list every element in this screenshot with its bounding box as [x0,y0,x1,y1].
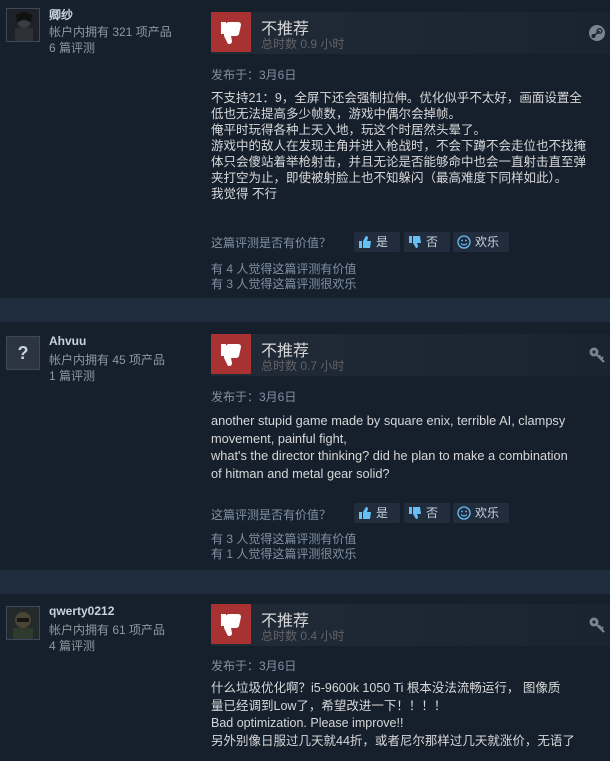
vote-funny-button[interactable]: 欢乐 [453,232,509,252]
reviewer-name[interactable]: qwerty0212 [49,604,114,618]
review-line: 不支持21：9，全屏下还会强制拉伸。优化似乎不太好，画面设置全 [211,91,582,105]
review-header[interactable]: 不推荐 总时数 0.9 小时 [211,12,610,54]
vote-no-button[interactable]: 否 [404,232,450,252]
vote-yes-label: 是 [376,235,389,249]
reviewer-stats: 帐户内拥有 61 项产品 4 篇评测 [49,622,165,654]
thumbs-down-icon [211,12,251,52]
review-count[interactable]: 4 篇评测 [49,638,165,654]
review-line: 夹打空为止，即使被射脸上也不知躲闪（最高难度下同样如此）。 [211,171,568,185]
review-line: 低也无法提高多少帧数，游戏中偶尔会掉帧。 [211,107,462,121]
vote-no-label: 否 [426,506,439,520]
helpful-count: 有 3 人觉得这篇评测有价值 [211,532,357,546]
reviewer-name[interactable]: Ahvuu [49,334,86,348]
key-icon [588,346,606,369]
thumbs-down-icon [408,506,422,526]
vote-yes-button[interactable]: 是 [354,503,400,523]
thumbs-up-icon [358,235,372,255]
review-line: 什么垃圾优化啊？i5-9600k 1050 Ti 根本没法流畅运行， 图像质 [211,681,561,695]
avatar[interactable]: ? [6,336,40,370]
products-owned[interactable]: 帐户内拥有 45 项产品 [49,352,165,368]
vote-yes-button[interactable]: 是 [354,232,400,252]
helpful-question: 这篇评测是否有价值？ [211,236,332,250]
helpful-count: 有 4 人觉得这篇评测有价值 [211,262,357,276]
review-separator [0,298,610,322]
funny-count: 有 3 人觉得这篇评测很欢乐 [211,277,357,291]
review-line: 量已经调到Low了，希望改进一下！！！！ [211,698,447,713]
thumbs-down-icon [211,334,251,374]
hours-played: 总时数 0.4 小时 [261,629,345,643]
avatar-image [7,9,39,41]
thumbs-up-icon [358,506,372,526]
review-1: 卿纱 帐户内拥有 321 项产品 6 篇评测 不推荐 总时数 0.9 小时 发布… [0,0,610,298]
avatar[interactable] [6,606,40,640]
helpful-question: 这篇评测是否有价值？ [211,508,332,522]
posted-date: 发布于：3月6日 [211,390,297,404]
reviewer-stats: 帐户内拥有 321 项产品 6 篇评测 [49,24,172,56]
review-2: ? Ahvuu 帐户内拥有 45 项产品 1 篇评测 不推荐 总时数 0.7 小… [0,322,610,570]
key-icon [588,616,606,639]
review-header[interactable]: 不推荐 总时数 0.4 小时 [211,604,610,646]
thumbs-down-icon [408,235,422,255]
review-line: 俺平时玩得各种上天入地，玩这个时居然头晕了。 [211,123,487,137]
posted-date: 发布于：3月6日 [211,68,297,82]
steam-logo-icon [588,24,606,47]
products-owned[interactable]: 帐户内拥有 321 项产品 [49,24,172,40]
vote-stats: 有 3 人觉得这篇评测有价值 有 1 人觉得这篇评测很欢乐 [211,532,356,562]
review-count[interactable]: 1 篇评测 [49,368,165,384]
vote-no-label: 否 [426,235,439,249]
vote-yes-label: 是 [376,506,389,520]
review-header[interactable]: 不推荐 总时数 0.7 小时 [211,334,610,376]
review-count[interactable]: 6 篇评测 [49,40,172,56]
review-3: qwerty0212 帐户内拥有 61 项产品 4 篇评测 不推荐 总时数 0.… [0,594,610,761]
vote-funny-label: 欢乐 [475,506,500,520]
avatar-image [7,607,39,639]
posted-date: 发布于：3月6日 [211,659,297,673]
vote-no-button[interactable]: 否 [404,503,450,523]
vote-stats: 有 4 人觉得这篇评测有价值 有 3 人觉得这篇评测很欢乐 [211,262,356,292]
smiley-icon [457,506,471,526]
review-body: 什么垃圾优化啊？i5-9600k 1050 Ti 根本没法流畅运行， 图像质 量… [211,680,603,750]
vote-funny-label: 欢乐 [475,235,500,249]
products-owned[interactable]: 帐户内拥有 61 项产品 [49,622,165,638]
review-line: another stupid game made by square enix,… [211,413,566,428]
reviewer-stats: 帐户内拥有 45 项产品 1 篇评测 [49,352,165,384]
reviewer-name[interactable]: 卿纱 [49,6,73,23]
hours-played: 总时数 0.7 小时 [261,359,345,373]
question-mark-icon: ? [17,343,29,363]
avatar[interactable] [6,8,40,42]
review-separator [0,570,610,594]
review-line: 我觉得 不行 [211,187,277,201]
thumbs-down-icon [211,604,251,644]
vote-funny-button[interactable]: 欢乐 [453,503,509,523]
review-line: Bad optimization. Please improve!! [211,716,404,730]
review-line: of hitman and metal gear solid? [211,465,390,481]
review-line: 体只会傻站着举枪射击，并且无论是否能够命中也会一直射击直至弹 [211,155,587,169]
hours-played: 总时数 0.9 小时 [261,37,345,51]
review-line: what's the director thinking? did he pla… [211,448,568,463]
review-line: movement, painful fight, [211,430,347,446]
review-body: another stupid game made by square enix,… [211,412,603,482]
funny-count: 有 1 人觉得这篇评测很欢乐 [211,547,357,561]
review-line: 游戏中的敌人在发现主角并进入枪战时，不会下蹲不会走位也不找掩 [211,139,587,153]
review-line: 另外别像日服过几天就44折，或者尼尔那样过几天就涨价，无语了 [211,733,575,748]
review-body: 不支持21：9，全屏下还会强制拉伸。优化似乎不太好，画面设置全 低也无法提高多少… [211,90,603,202]
smiley-icon [457,235,471,255]
